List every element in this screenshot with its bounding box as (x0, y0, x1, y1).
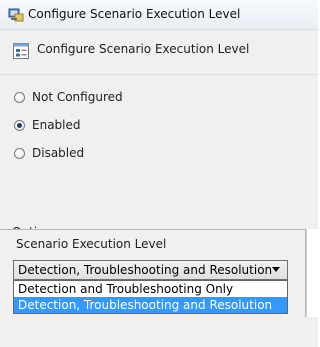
header-divider (0, 74, 318, 75)
radio-enabled[interactable]: Enabled (14, 117, 81, 133)
execution-level-label: Scenario Execution Level (16, 237, 167, 251)
dropdown-option-detection-troubleshooting-resolution[interactable]: Detection, Troubleshooting and Resolutio… (14, 297, 287, 313)
radio-label-enabled: Enabled (32, 118, 81, 132)
execution-level-select[interactable]: Detection, Troubleshooting and Resolutio… (13, 260, 288, 280)
radio-label-not-configured: Not Configured (32, 90, 123, 104)
radio-disabled[interactable]: Disabled (14, 145, 84, 161)
radio-not-configured[interactable]: Not Configured (14, 89, 123, 105)
radio-button-checked[interactable] (14, 119, 25, 131)
radio-label-disabled: Disabled (32, 146, 85, 160)
setting-title: Configure Scenario Execution Level (37, 42, 250, 56)
radio-button[interactable] (14, 91, 25, 103)
radio-button[interactable] (14, 147, 25, 159)
execution-level-dropdown-list: Detection and Troubleshooting Only Detec… (13, 280, 288, 314)
dropdown-option-detection-troubleshooting-only[interactable]: Detection and Troubleshooting Only (14, 281, 287, 297)
policy-setting-icon (12, 42, 30, 60)
help-panel-edge (306, 229, 318, 317)
select-current-value: Detection, Troubleshooting and Resolutio… (18, 263, 273, 277)
window-title: Configure Scenario Execution Level (28, 7, 241, 21)
title-bar[interactable]: Configure Scenario Execution Level (0, 0, 318, 30)
dialog-window: Configure Scenario Execution Level Confi… (0, 0, 318, 347)
group-policy-icon (8, 7, 24, 23)
chevron-down-icon[interactable] (272, 267, 280, 272)
